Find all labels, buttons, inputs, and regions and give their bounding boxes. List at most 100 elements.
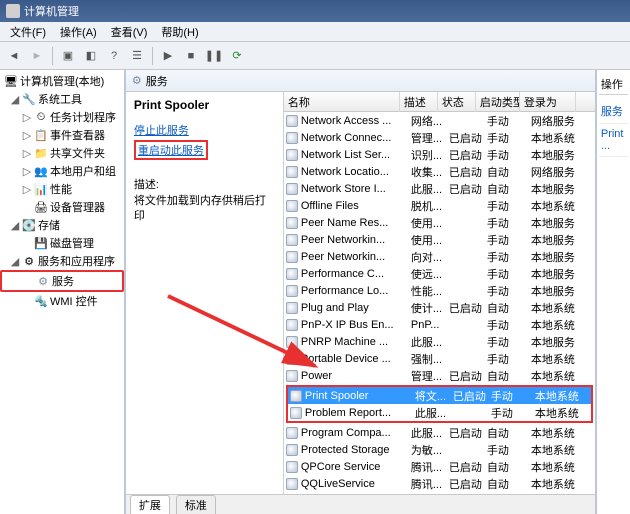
stop-button[interactable]: ■ xyxy=(181,46,201,66)
description-label: 描述: xyxy=(134,176,275,192)
tree-shared-folders[interactable]: ▷📁共享文件夹 xyxy=(0,144,124,162)
list-header[interactable]: 名称 描述 状态 启动类型 登录为 xyxy=(284,92,595,112)
service-icon xyxy=(286,285,298,297)
menu-view[interactable]: 查看(V) xyxy=(105,22,154,42)
tree-device-manager[interactable]: 🖨设备管理器 xyxy=(0,198,124,216)
tree-event-viewer[interactable]: ▷📋事件查看器 xyxy=(0,126,124,144)
col-logon[interactable]: 登录为 xyxy=(520,92,576,112)
back-button[interactable]: ◄ xyxy=(4,46,24,66)
tree-services[interactable]: ⚙服务 xyxy=(0,270,124,292)
actions-print-spooler[interactable]: Print ... xyxy=(599,124,628,157)
col-desc[interactable]: 描述 xyxy=(400,92,438,112)
toolbar: ◄ ► ▣ ◧ ? ☰ ▶ ■ ❚❚ ⟳ xyxy=(0,42,630,70)
actions-pane: 操作 服务 Print ... xyxy=(597,70,630,514)
restart-service-link[interactable]: 重启动此服务 xyxy=(138,142,204,158)
service-row[interactable]: Peer Networkin...使用...手动本地服务 xyxy=(284,231,595,248)
services-list: 名称 描述 状态 启动类型 登录为 Network Access ...网络..… xyxy=(284,92,595,494)
center-header: ⚙ 服务 xyxy=(126,70,595,92)
help-button[interactable]: ▶ xyxy=(158,46,178,66)
col-name[interactable]: 名称 xyxy=(284,92,400,112)
tree-system-tools[interactable]: ◢🔧系统工具 xyxy=(0,90,124,108)
actions-header: 操作 xyxy=(599,74,628,95)
service-detail-pane: Print Spooler 停止此服务 重启动此服务 描述: 将文件加载到内存供… xyxy=(126,92,284,494)
actions-services[interactable]: 服务 xyxy=(599,99,628,124)
refresh-button[interactable]: ? xyxy=(104,46,124,66)
tree-wmi[interactable]: 🔩WMI 控件 xyxy=(0,292,124,310)
tab-standard[interactable]: 标准 xyxy=(176,495,216,514)
service-icon xyxy=(286,132,298,144)
tree-local-users[interactable]: ▷👥本地用户和组 xyxy=(0,162,124,180)
rows-container: Network Access ...网络...手动网络服务Network Con… xyxy=(284,112,595,494)
tree-root[interactable]: 🖥计算机管理(本地) xyxy=(0,72,124,90)
service-row[interactable]: Peer Networkin...向对...手动本地服务 xyxy=(284,248,595,265)
col-status[interactable]: 状态 xyxy=(438,92,476,112)
center-panel: ⚙ 服务 Print Spooler 停止此服务 重启动此服务 描述: 将文件加… xyxy=(126,70,597,514)
service-icon xyxy=(290,390,302,402)
service-row[interactable]: Network Connec...管理...已启动手动本地系统 xyxy=(284,129,595,146)
service-row[interactable]: QPCore Service腾讯...已启动自动本地系统 xyxy=(284,458,595,475)
tree-services-apps[interactable]: ◢⚙服务和应用程序 xyxy=(0,252,124,270)
service-icon xyxy=(286,166,298,178)
window-title: 计算机管理 xyxy=(24,3,79,19)
service-row[interactable]: Peer Name Res...使用...手动本地服务 xyxy=(284,214,595,231)
service-row[interactable]: Network Store I...此服...已启动自动本地服务 xyxy=(284,180,595,197)
restart-button[interactable]: ⟳ xyxy=(227,46,247,66)
service-icon xyxy=(286,183,298,195)
tree-task-scheduler[interactable]: ▷⏲任务计划程序 xyxy=(0,108,124,126)
export-button[interactable]: ☰ xyxy=(127,46,147,66)
service-row[interactable]: Print Spooler将文...已启动手动本地系统 xyxy=(288,387,591,404)
service-icon xyxy=(286,353,298,365)
service-icon xyxy=(286,251,298,263)
service-row[interactable]: Protected Storage为敏...手动本地系统 xyxy=(284,441,595,458)
menu-file[interactable]: 文件(F) xyxy=(4,22,52,42)
up-button[interactable]: ▣ xyxy=(58,46,78,66)
nav-tree[interactable]: 🖥计算机管理(本地) ◢🔧系统工具 ▷⏲任务计划程序 ▷📋事件查看器 ▷📁共享文… xyxy=(0,70,126,514)
service-icon xyxy=(286,149,298,161)
service-icon xyxy=(286,268,298,280)
service-icon xyxy=(286,217,298,229)
service-icon xyxy=(286,427,298,439)
service-row[interactable]: PnP-X IP Bus En...PnP...手动本地系统 xyxy=(284,316,595,333)
service-icon xyxy=(286,200,298,212)
service-icon xyxy=(290,407,302,419)
service-row[interactable]: Problem Report...此服...手动本地系统 xyxy=(288,404,591,421)
service-row[interactable]: Portable Device ...强制...手动本地系统 xyxy=(284,350,595,367)
tree-storage[interactable]: ◢💽存储 xyxy=(0,216,124,234)
tree-disk-mgmt[interactable]: 💾磁盘管理 xyxy=(0,234,124,252)
service-row[interactable]: Performance C...使远...手动本地服务 xyxy=(284,265,595,282)
service-row[interactable]: PNRP Machine ...此服...手动本地服务 xyxy=(284,333,595,350)
service-icon xyxy=(286,444,298,456)
service-icon xyxy=(286,461,298,473)
description-text: 将文件加载到内存供稍后打印 xyxy=(134,194,275,224)
tree-performance[interactable]: ▷📊性能 xyxy=(0,180,124,198)
pause-button[interactable]: ❚❚ xyxy=(204,46,224,66)
gear-icon: ⚙ xyxy=(132,74,142,87)
stop-service-link[interactable]: 停止此服务 xyxy=(134,122,275,138)
menu-bar: 文件(F) 操作(A) 查看(V) 帮助(H) xyxy=(0,22,630,42)
service-row[interactable]: Network List Ser...识别...已启动手动本地服务 xyxy=(284,146,595,163)
service-row[interactable]: QQLiveService腾讯...已启动自动本地系统 xyxy=(284,475,595,492)
menu-help[interactable]: 帮助(H) xyxy=(155,22,204,42)
service-icon xyxy=(286,336,298,348)
service-icon xyxy=(286,370,298,382)
service-icon xyxy=(286,478,298,490)
tab-extended[interactable]: 扩展 xyxy=(130,495,170,514)
service-icon xyxy=(286,234,298,246)
service-icon xyxy=(286,115,298,127)
service-row[interactable]: Offline Files脱机...手动本地系统 xyxy=(284,197,595,214)
service-icon xyxy=(286,319,298,331)
service-icon xyxy=(286,302,298,314)
selected-service-name: Print Spooler xyxy=(134,98,275,112)
service-row[interactable]: Performance Lo...性能...手动本地服务 xyxy=(284,282,595,299)
title-bar: 计算机管理 xyxy=(0,0,630,22)
forward-button[interactable]: ► xyxy=(27,46,47,66)
service-row[interactable]: Plug and Play使计...已启动自动本地系统 xyxy=(284,299,595,316)
bottom-tabs: 扩展 标准 xyxy=(126,494,595,514)
props-button[interactable]: ◧ xyxy=(81,46,101,66)
service-row[interactable]: Network Locatio...收集...已启动自动网络服务 xyxy=(284,163,595,180)
col-startup[interactable]: 启动类型 xyxy=(476,92,520,112)
service-row[interactable]: Network Access ...网络...手动网络服务 xyxy=(284,112,595,129)
menu-action[interactable]: 操作(A) xyxy=(54,22,103,42)
service-row[interactable]: Program Compa...此服...已启动自动本地系统 xyxy=(284,424,595,441)
service-row[interactable]: Power管理...已启动自动本地系统 xyxy=(284,367,595,384)
